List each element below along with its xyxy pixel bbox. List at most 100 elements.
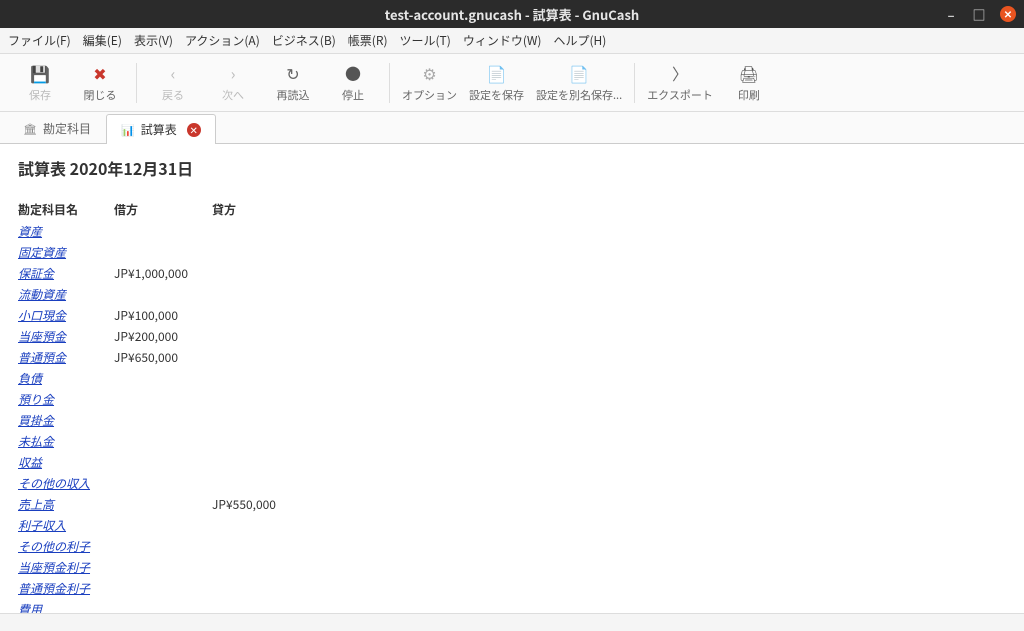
credit-cell — [212, 326, 300, 347]
header-debit: 借方 — [114, 198, 212, 221]
credit-cell — [212, 368, 300, 389]
menu-business[interactable]: ビジネス(B) — [272, 32, 336, 49]
account-link[interactable]: 小口現金 — [18, 307, 66, 324]
tab-close-button[interactable]: ✕ — [187, 123, 201, 137]
table-row: 当座預金 JP¥200,000 — [18, 326, 300, 347]
credit-cell — [212, 536, 300, 557]
debit-cell — [114, 368, 212, 389]
back-button[interactable]: ‹ 戻る — [143, 56, 203, 110]
stop-icon: ● — [343, 63, 363, 83]
account-link[interactable]: その他の利子 — [18, 538, 90, 555]
debit-cell — [114, 515, 212, 536]
account-link[interactable]: 負債 — [18, 370, 42, 387]
menu-windows[interactable]: ウィンドウ(W) — [463, 32, 542, 49]
menu-help[interactable]: ヘルプ(H) — [553, 32, 606, 49]
account-link[interactable]: その他の収入 — [18, 475, 90, 492]
credit-cell — [212, 263, 300, 284]
debit-cell: JP¥200,000 — [114, 326, 212, 347]
credit-cell — [212, 557, 300, 578]
print-button[interactable]: 🖨 印刷 — [719, 56, 779, 110]
forward-button[interactable]: › 次へ — [203, 56, 263, 110]
credit-cell — [212, 473, 300, 494]
table-row: 資産 — [18, 221, 300, 242]
table-row: その他の収入 — [18, 473, 300, 494]
save-config-button[interactable]: 📄 設定を保存 — [463, 56, 530, 110]
account-link[interactable]: 当座預金 — [18, 328, 66, 345]
tab-trial-balance[interactable]: 📊 試算表 ✕ — [106, 114, 216, 144]
close-window-button[interactable]: ✕ — [1000, 6, 1016, 22]
account-link[interactable]: 固定資産 — [18, 244, 66, 261]
table-row: 負債 — [18, 368, 300, 389]
menu-view[interactable]: 表示(V) — [134, 32, 173, 49]
options-button[interactable]: ⚙ オプション — [396, 56, 463, 110]
account-link[interactable]: 保証金 — [18, 265, 54, 282]
save-button[interactable]: 💾 保存 — [10, 56, 70, 110]
credit-cell — [212, 515, 300, 536]
tab-accounts[interactable]: 🏛 勘定科目 — [8, 113, 106, 143]
debit-cell: JP¥650,000 — [114, 347, 212, 368]
table-row: 小口現金JP¥100,000 — [18, 305, 300, 326]
menu-tools[interactable]: ツール(T) — [400, 32, 451, 49]
account-link[interactable]: 資産 — [18, 223, 42, 240]
window-titlebar: test-account.gnucash - 試算表 - GnuCash – □… — [0, 0, 1024, 28]
table-header-row: 勘定科目名 借方 貸方 — [18, 198, 300, 221]
back-icon: ‹ — [163, 63, 183, 83]
account-link[interactable]: 利子収入 — [18, 517, 66, 534]
credit-cell — [212, 242, 300, 263]
account-link[interactable]: 普通預金利子 — [18, 580, 90, 597]
export-icon: 〉 — [670, 63, 690, 83]
account-link[interactable]: 買掛金 — [18, 412, 54, 429]
window-controls: – □ ✕ — [944, 6, 1016, 22]
export-button[interactable]: 〉 エクスポート — [641, 56, 719, 110]
tab-label: 勘定科目 — [43, 120, 91, 137]
menu-file[interactable]: ファイル(F) — [8, 32, 71, 49]
header-credit: 貸方 — [212, 198, 300, 221]
account-link[interactable]: 普通預金 — [18, 349, 66, 366]
reload-button[interactable]: ↻ 再読込 — [263, 56, 323, 110]
account-link[interactable]: 預り金 — [18, 391, 54, 408]
menu-edit[interactable]: 編集(E) — [83, 32, 122, 49]
menu-actions[interactable]: アクション(A) — [185, 32, 260, 49]
account-link[interactable]: 収益 — [18, 454, 42, 471]
account-link[interactable]: 流動資産 — [18, 286, 66, 303]
accounts-icon: 🏛 — [23, 121, 37, 137]
tab-label: 試算表 — [141, 121, 177, 138]
table-row: 普通預金 JP¥650,000 — [18, 347, 300, 368]
debit-cell — [114, 284, 212, 305]
debit-cell — [114, 557, 212, 578]
credit-cell — [212, 284, 300, 305]
table-row: 利子収入 — [18, 515, 300, 536]
table-row: 固定資産 — [18, 242, 300, 263]
debit-cell — [114, 599, 212, 613]
report-content: 試算表 2020年12月31日 勘定科目名 借方 貸方 資産固定資産保証金JP¥… — [0, 144, 1024, 613]
minimize-button[interactable]: – — [944, 7, 958, 21]
stop-button[interactable]: ● 停止 — [323, 56, 383, 110]
credit-cell — [212, 389, 300, 410]
maximize-button[interactable]: □ — [972, 7, 986, 21]
close-button[interactable]: ✖ 閉じる — [70, 56, 130, 110]
debit-cell — [114, 452, 212, 473]
debit-cell — [114, 578, 212, 599]
debit-cell — [114, 221, 212, 242]
account-link[interactable]: 売上高 — [18, 496, 54, 513]
credit-cell — [212, 221, 300, 242]
save-config-as-button[interactable]: 📄 設定を別名保存... — [530, 56, 628, 110]
menu-reports[interactable]: 帳票(R) — [348, 32, 388, 49]
header-account: 勘定科目名 — [18, 198, 114, 221]
toolbar-separator — [136, 63, 137, 103]
account-link[interactable]: 未払金 — [18, 433, 54, 450]
print-icon: 🖨 — [739, 63, 759, 83]
account-link[interactable]: 当座預金利子 — [18, 559, 90, 576]
credit-cell — [212, 452, 300, 473]
debit-cell — [114, 536, 212, 557]
credit-cell — [212, 599, 300, 613]
gear-icon: ⚙ — [420, 63, 440, 83]
trial-balance-table: 勘定科目名 借方 貸方 資産固定資産保証金JP¥1,000,000流動資産小口現… — [18, 198, 300, 613]
save-icon: 💾 — [30, 63, 50, 83]
credit-cell — [212, 410, 300, 431]
save-config-as-icon: 📄 — [569, 63, 589, 83]
account-link[interactable]: 費用 — [18, 601, 42, 613]
status-bar — [0, 613, 1024, 631]
table-row: 買掛金 — [18, 410, 300, 431]
debit-cell — [114, 389, 212, 410]
